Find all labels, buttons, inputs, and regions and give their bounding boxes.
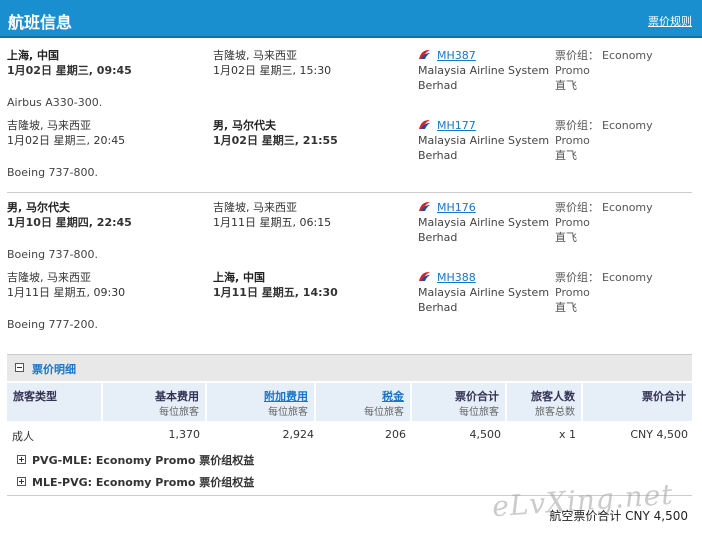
fare-sub: Promo xyxy=(555,286,590,299)
taxes-link[interactable]: 税金 xyxy=(382,388,404,404)
flight-info: MH176 Malaysia Airline System Berhad xyxy=(418,200,549,245)
airline-logo-icon xyxy=(418,119,437,132)
aircraft-type: Boeing 777-200. xyxy=(7,318,99,331)
fare-sub: Promo xyxy=(555,134,590,147)
fare-group-value: Economy xyxy=(602,119,653,132)
departure: 吉隆坡, 马来西亚 1月02日 星期三, 20:45 xyxy=(7,118,125,148)
airline-name: Malaysia Airline System xyxy=(418,286,550,299)
departure: 上海, 中国 1月02日 星期三, 09:45 xyxy=(7,48,132,78)
cell-passenger-count: x 1 xyxy=(558,428,576,441)
arrival-time: 1月02日 星期三, 21:55 xyxy=(213,134,338,147)
departure-place: 上海, 中国 xyxy=(7,49,60,62)
direct-flight-label: 直飞 xyxy=(555,231,577,244)
airline-name-line2: Berhad xyxy=(418,79,458,92)
departure: 男, 马尔代夫 1月10日 星期四, 22:45 xyxy=(7,200,132,230)
departure-place: 男, 马尔代夫 xyxy=(7,201,71,214)
aircraft-type: Boeing 737-800. xyxy=(7,166,99,179)
cell-total-per-passenger: 4,500 xyxy=(469,428,502,441)
fare-group-label: 票价组： xyxy=(555,49,599,62)
fare-group-label: 票价组： xyxy=(555,201,599,214)
aircraft-type: Airbus A330-300. xyxy=(7,96,103,109)
aircraft-type: Boeing 737-800. xyxy=(7,248,99,261)
fare-group-label: 票价组： xyxy=(555,271,599,284)
airline-name-line2: Berhad xyxy=(418,149,458,162)
arrival: 吉隆坡, 马来西亚 1月11日 星期五, 06:15 xyxy=(213,200,331,230)
cell-taxes: 206 xyxy=(385,428,406,441)
arrival: 吉隆坡, 马来西亚 1月02日 星期三, 15:30 xyxy=(213,48,331,78)
fare-rule-text[interactable]: MLE-PVG: Economy Promo 票价组权益 xyxy=(32,474,254,490)
surcharge-link[interactable]: 附加费用 xyxy=(264,388,308,404)
arrival-place: 吉隆坡, 马来西亚 xyxy=(213,201,297,214)
column-header-base-fare: 基本费用 每位旅客 xyxy=(103,383,207,421)
fare-detail-title: 票价明细 xyxy=(32,363,76,376)
airline-name: Malaysia Airline System xyxy=(418,216,550,229)
direct-flight-label: 直飞 xyxy=(555,149,577,162)
fare-sub: Promo xyxy=(555,64,590,77)
arrival-place: 吉隆坡, 马来西亚 xyxy=(213,49,297,62)
departure-time: 1月02日 星期三, 20:45 xyxy=(7,134,126,147)
fare-rules-link[interactable]: 票价规则 xyxy=(648,13,692,29)
fare-group-value: Economy xyxy=(602,49,653,62)
expand-icon[interactable] xyxy=(17,477,26,486)
departure-time: 1月10日 星期四, 22:45 xyxy=(7,216,132,229)
page-title: 航班信息 xyxy=(8,13,73,32)
departure-place: 吉隆坡, 马来西亚 xyxy=(7,271,91,284)
fare-group-label: 票价组： xyxy=(555,119,599,132)
arrival-time: 1月02日 星期三, 15:30 xyxy=(213,64,332,77)
flight-number-link[interactable]: MH387 xyxy=(437,49,476,62)
cell-passenger-type: 成人 xyxy=(12,430,34,443)
departure-place: 吉隆坡, 马来西亚 xyxy=(7,119,91,132)
arrival: 男, 马尔代夫 1月02日 星期三, 21:55 xyxy=(213,118,338,148)
airfare-total: 航空票价合计 CNY 4,500 xyxy=(549,509,688,523)
flight-info: MH387 Malaysia Airline System Berhad xyxy=(418,48,549,93)
airline-name-line2: Berhad xyxy=(418,301,458,314)
fare-rule-text[interactable]: PVG-MLE: Economy Promo 票价组权益 xyxy=(32,452,254,468)
cell-grand-total: CNY 4,500 xyxy=(630,428,688,441)
column-header-taxes: 税金 每位旅客 xyxy=(316,383,412,421)
fare-group: 票价组： Economy Promo 直飞 xyxy=(555,200,695,245)
fare-group: 票价组： Economy Promo 直飞 xyxy=(555,270,695,315)
arrival-place: 男, 马尔代夫 xyxy=(213,119,277,132)
column-header-grand-total: 票价合计 xyxy=(583,383,692,421)
cell-base-fare: 1,370 xyxy=(168,428,201,441)
departure-time: 1月02日 星期三, 09:45 xyxy=(7,64,132,77)
flight-number-link[interactable]: MH388 xyxy=(437,271,476,284)
column-header-surcharge: 附加费用 每位旅客 xyxy=(207,383,316,421)
direct-flight-label: 直飞 xyxy=(555,79,577,92)
column-header-passenger-count: 旅客人数 旅客总数 xyxy=(507,383,583,421)
airline-logo-icon xyxy=(418,49,437,62)
airline-name-line2: Berhad xyxy=(418,231,458,244)
flight-number-link[interactable]: MH176 xyxy=(437,201,476,214)
arrival: 上海, 中国 1月11日 星期五, 14:30 xyxy=(213,270,338,300)
airline-name: Malaysia Airline System xyxy=(418,134,550,147)
column-header-total-per-passenger: 票价合计 每位旅客 xyxy=(412,383,507,421)
fare-group-value: Economy xyxy=(602,201,653,214)
fare-detail-header[interactable]: 票价明细 xyxy=(7,354,692,381)
airline-logo-icon xyxy=(418,271,437,284)
fare-group: 票价组： Economy Promo 直飞 xyxy=(555,118,695,163)
departure-time: 1月11日 星期五, 09:30 xyxy=(7,286,126,299)
fare-group: 票价组： Economy Promo 直飞 xyxy=(555,48,695,93)
arrival-time: 1月11日 星期五, 06:15 xyxy=(213,216,332,229)
fare-detail-panel: 票价明细 旅客类型 基本费用 每位旅客 附加费用 每位旅客 税金 每位旅客 票价… xyxy=(7,354,692,466)
direct-flight-label: 直飞 xyxy=(555,301,577,314)
flight-info: MH388 Malaysia Airline System Berhad xyxy=(418,270,549,315)
expand-icon[interactable] xyxy=(17,455,26,464)
airline-name: Malaysia Airline System xyxy=(418,64,550,77)
flight-info: MH177 Malaysia Airline System Berhad xyxy=(418,118,549,163)
fare-sub: Promo xyxy=(555,216,590,229)
fare-group-value: Economy xyxy=(602,271,653,284)
departure: 吉隆坡, 马来西亚 1月11日 星期五, 09:30 xyxy=(7,270,125,300)
arrival-place: 上海, 中国 xyxy=(213,271,266,284)
trip-divider xyxy=(7,192,692,193)
arrival-time: 1月11日 星期五, 14:30 xyxy=(213,286,338,299)
flight-number-link[interactable]: MH177 xyxy=(437,119,476,132)
header-bar: 航班信息 票价规则 xyxy=(0,0,702,38)
collapse-icon[interactable] xyxy=(15,363,24,372)
cell-surcharge: 2,924 xyxy=(282,428,315,441)
airline-logo-icon xyxy=(418,201,437,214)
column-header-passenger-type: 旅客类型 xyxy=(7,383,103,421)
